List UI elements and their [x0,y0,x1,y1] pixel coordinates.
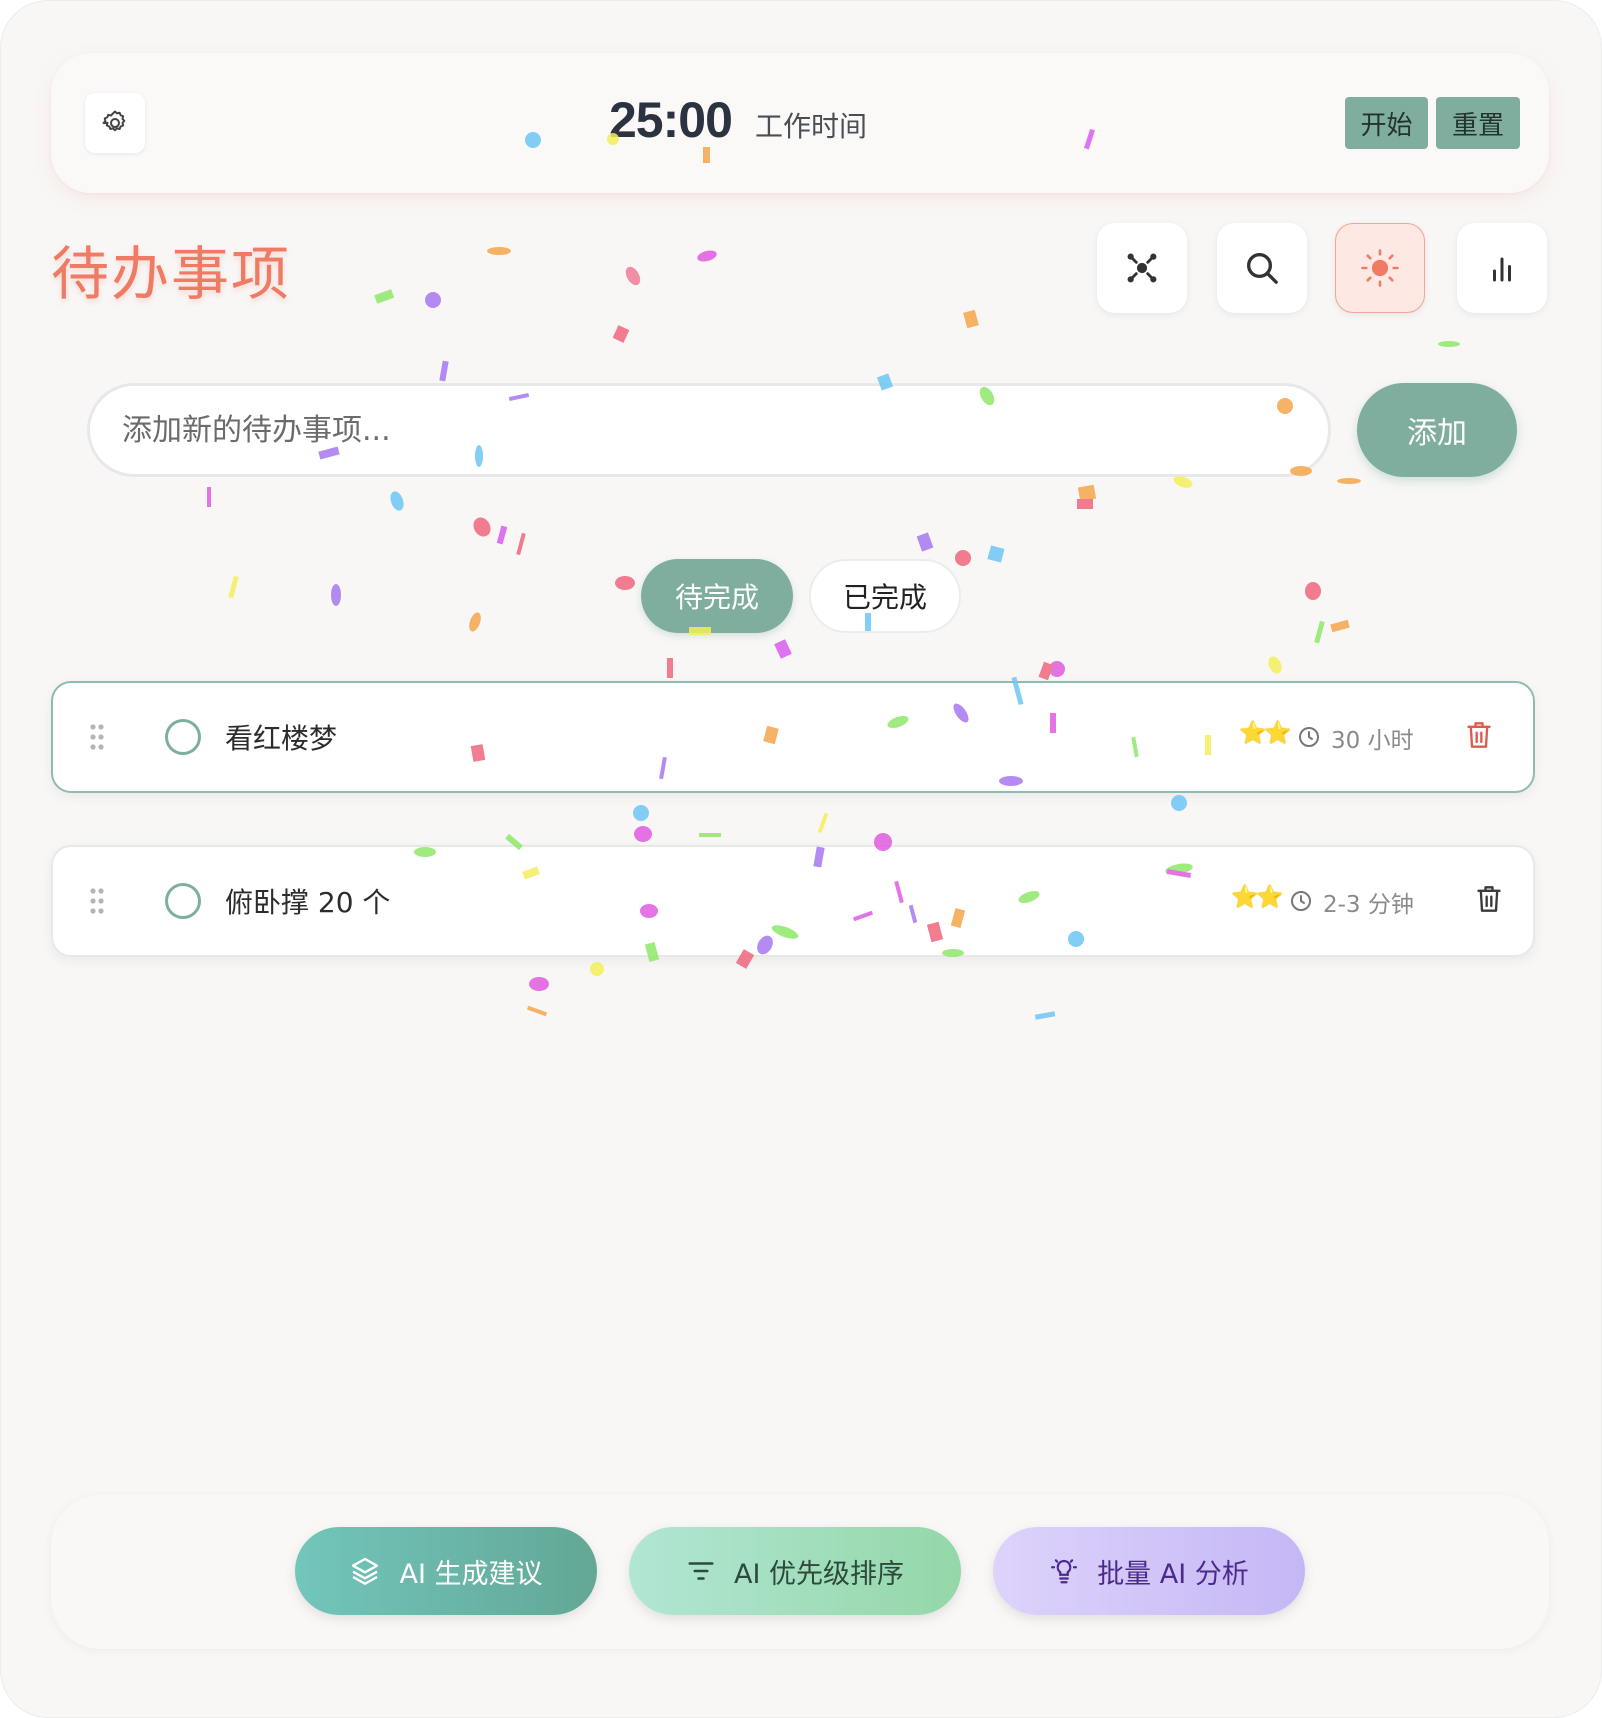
ai-batch-analyze-button[interactable]: 批量 AI 分析 [993,1527,1305,1615]
add-todo-button[interactable]: 添加 [1357,383,1517,477]
timer-mode-label: 工作时间 [755,110,868,143]
ai-prioritize-label: AI 优先级排序 [733,1558,904,1590]
todo-text: 看红楼梦 [225,722,338,755]
focus-icon [1127,253,1157,283]
trash-icon[interactable] [1465,719,1493,751]
complete-checkbox[interactable] [165,719,201,755]
clock-icon [1299,727,1319,747]
trash-icon[interactable] [1475,883,1503,915]
complete-checkbox[interactable] [165,883,201,919]
search-icon [1247,253,1278,284]
ai-prioritize-button[interactable]: AI 优先级排序 [629,1527,961,1615]
sun-icon [1361,249,1399,287]
todo-text: 俯卧撑 20 个 [225,886,391,919]
statistics-button[interactable] [1457,223,1547,313]
settings-button[interactable] [85,93,145,153]
priority-stars: ⭐⭐ [1231,885,1284,910]
new-todo-input[interactable] [87,383,1331,477]
tab-completed[interactable]: 已完成 [809,559,961,633]
priority-stars: ⭐⭐ [1239,721,1292,746]
drag-handle-icon[interactable] [89,723,105,751]
search-button[interactable] [1217,223,1307,313]
gear-icon [102,110,126,132]
ai-generate-button[interactable]: AI 生成建议 [295,1527,597,1615]
duration-label: 2-3 分钟 [1323,892,1414,918]
clock-icon [1291,891,1311,911]
ai-generate-label: AI 生成建议 [399,1558,543,1590]
filter-icon [688,1562,714,1580]
app-window: 25:00 工作时间 开始 重置 待办事项 添加 待完成 已完成 [0,0,1602,1718]
tab-pending[interactable]: 待完成 [641,559,793,633]
chart-icon [1493,257,1511,282]
todo-item[interactable]: 俯卧撑 20 个 ⭐⭐ 2-3 分钟 [51,845,1535,957]
timer-display: 25:00 [609,92,733,148]
timer-reset-button[interactable]: 重置 [1436,97,1520,149]
ai-batch-label: 批量 AI 分析 [1097,1558,1249,1590]
duration-label: 30 小时 [1331,728,1414,754]
focus-mode-button[interactable] [1097,223,1187,313]
todo-item[interactable]: 看红楼梦 ⭐⭐ 30 小时 [51,681,1535,793]
lightbulb-icon [1051,1559,1078,1584]
theme-toggle-button[interactable] [1335,223,1425,313]
drag-handle-icon[interactable] [89,887,105,915]
page-title: 待办事项 [51,240,292,308]
timer-start-button[interactable]: 开始 [1345,97,1428,149]
layers-icon [352,1557,379,1585]
